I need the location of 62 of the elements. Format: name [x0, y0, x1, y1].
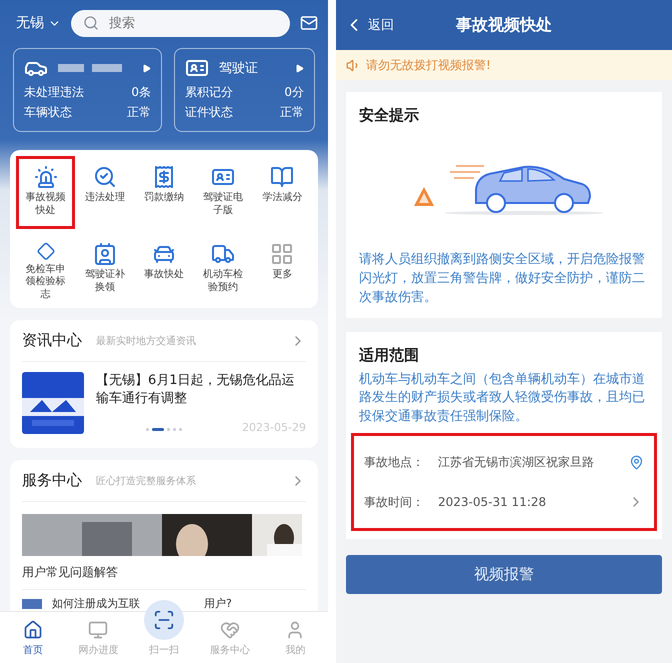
scan-icon [144, 600, 184, 640]
page-title: 事故视频快处 [456, 14, 552, 36]
info-value: 0条 [131, 84, 151, 101]
card-title: 驾驶证 [219, 60, 259, 77]
service-item[interactable]: 事故快处 [134, 233, 194, 306]
info-label: 证件状态 [185, 104, 233, 121]
truck-icon [211, 242, 236, 266]
mail-icon[interactable] [300, 14, 318, 32]
section-subtitle: 最新实时地方交通资讯 [96, 334, 196, 348]
section-subtitle: 匠心打造完整服务体系 [96, 474, 196, 488]
faq-item[interactable]: 如何注册成为互联 [52, 596, 140, 611]
caret-icon [295, 64, 304, 72]
city-selector[interactable]: 无锡 [16, 14, 61, 32]
field-label: 事故时间： [364, 494, 424, 511]
info-value: 正常 [127, 104, 151, 121]
info-label: 未处理违法 [24, 84, 84, 101]
field-value[interactable]: 2023-05-31 11:28 [438, 495, 614, 510]
faq-title: 用户常见问题解答 [22, 556, 306, 590]
service-item[interactable]: 学法减分 [252, 156, 312, 229]
service-item[interactable]: 罚款缴纳 [134, 156, 194, 229]
service-item[interactable]: 机动车检验预约 [194, 233, 253, 306]
tag-icon [22, 598, 42, 608]
info-label: 车辆状态 [24, 104, 72, 121]
caret-icon [142, 64, 151, 72]
service-item[interactable]: 违法处理 [75, 156, 134, 229]
service-item[interactable]: 免检车申领检验标志 [16, 233, 76, 306]
service-item[interactable]: 驾驶证电子版 [194, 156, 253, 229]
card-title: 适用范围 [359, 346, 420, 365]
search-icon [83, 15, 99, 31]
back-button[interactable]: 返回 [344, 15, 394, 35]
siren-icon [34, 165, 58, 189]
section-title: 服务中心 [22, 471, 82, 490]
scope-text: 机动车与机动车之间（包含单辆机动车）在城市道路发生的财产损失或者致人轻微受伤事故，且均已投保交通事故责任强制保险。 [359, 370, 646, 426]
safety-text: 请将人员组织撤离到路侧安全区域，开启危险报警闪光灯，放置三角警告牌，做好安全防护，谨防二次事故伤害。 [359, 251, 646, 307]
search-bar[interactable]: 搜索 [71, 10, 290, 36]
section-title: 资讯中心 [22, 331, 82, 350]
search-field[interactable]: 搜索 [107, 14, 278, 32]
field-label: 事故地点： [364, 454, 424, 471]
nav-tab[interactable]: 首页 [0, 612, 66, 663]
redacted-plate [58, 64, 122, 72]
info-value: 0分 [284, 84, 304, 101]
magnifier-icon [92, 165, 117, 189]
book-icon [270, 165, 294, 189]
notice-text: 请勿无故拨打视频报警! [366, 56, 491, 74]
news-headline[interactable]: 【无锡】6月1日起，无锡危化品运输车通行有调整 [96, 372, 306, 408]
service-item[interactable]: 更多 [252, 233, 312, 306]
location-pin-icon[interactable] [629, 454, 644, 470]
monitor-icon [88, 620, 108, 640]
home-icon [22, 620, 43, 640]
card-title: 安全提示 [359, 106, 420, 125]
info-value: 正常 [280, 104, 304, 121]
license-card[interactable]: 驾驶证 累积记分 0分 证件状态 正常 [174, 48, 315, 132]
faq-item-end[interactable]: 用户? [204, 596, 232, 611]
service-item[interactable]: 事故视频快处 [16, 156, 76, 229]
field-value[interactable]: 江苏省无锡市滨湖区祝家旦路 [438, 454, 615, 471]
service-item[interactable]: 驾驶证补换领 [75, 233, 134, 306]
vehicle-card[interactable]: 未处理违法 0条 车辆状态 正常 [13, 48, 162, 132]
contact-card-icon [92, 242, 117, 266]
grid-icon [270, 242, 294, 266]
info-label: 累积记分 [185, 84, 233, 101]
video-report-button[interactable]: 视频报警 [346, 555, 662, 594]
handshake-icon [220, 620, 240, 640]
